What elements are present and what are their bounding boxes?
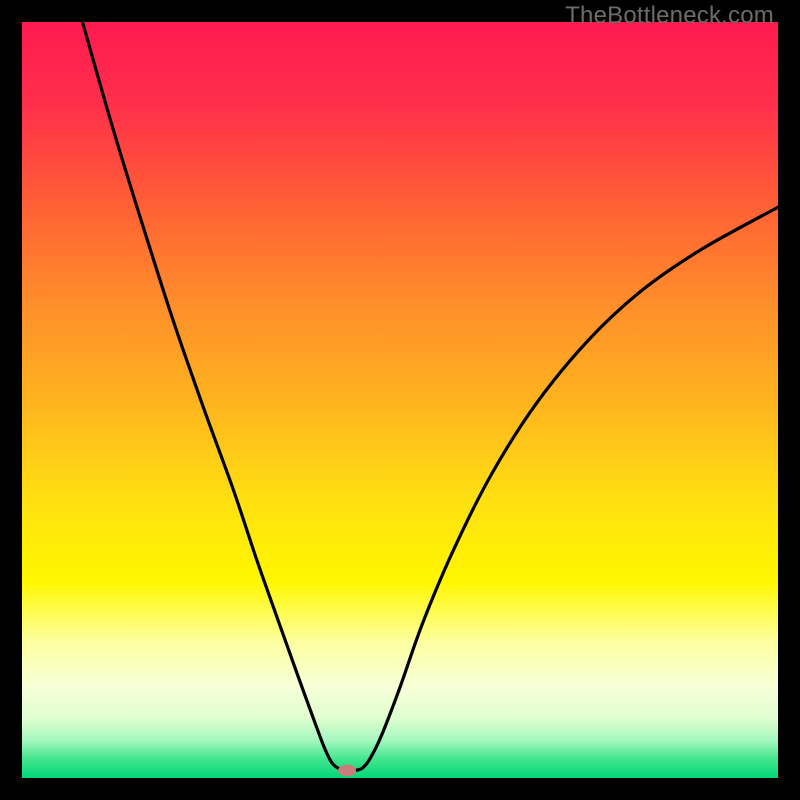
watermark-text: TheBottleneck.com: [565, 2, 774, 30]
chart-stage: TheBottleneck.com: [0, 0, 800, 800]
chart-curve-layer: [22, 22, 778, 778]
bottleneck-curve: [82, 22, 778, 771]
plot-area: [22, 22, 778, 778]
optimal-marker: [338, 764, 356, 776]
